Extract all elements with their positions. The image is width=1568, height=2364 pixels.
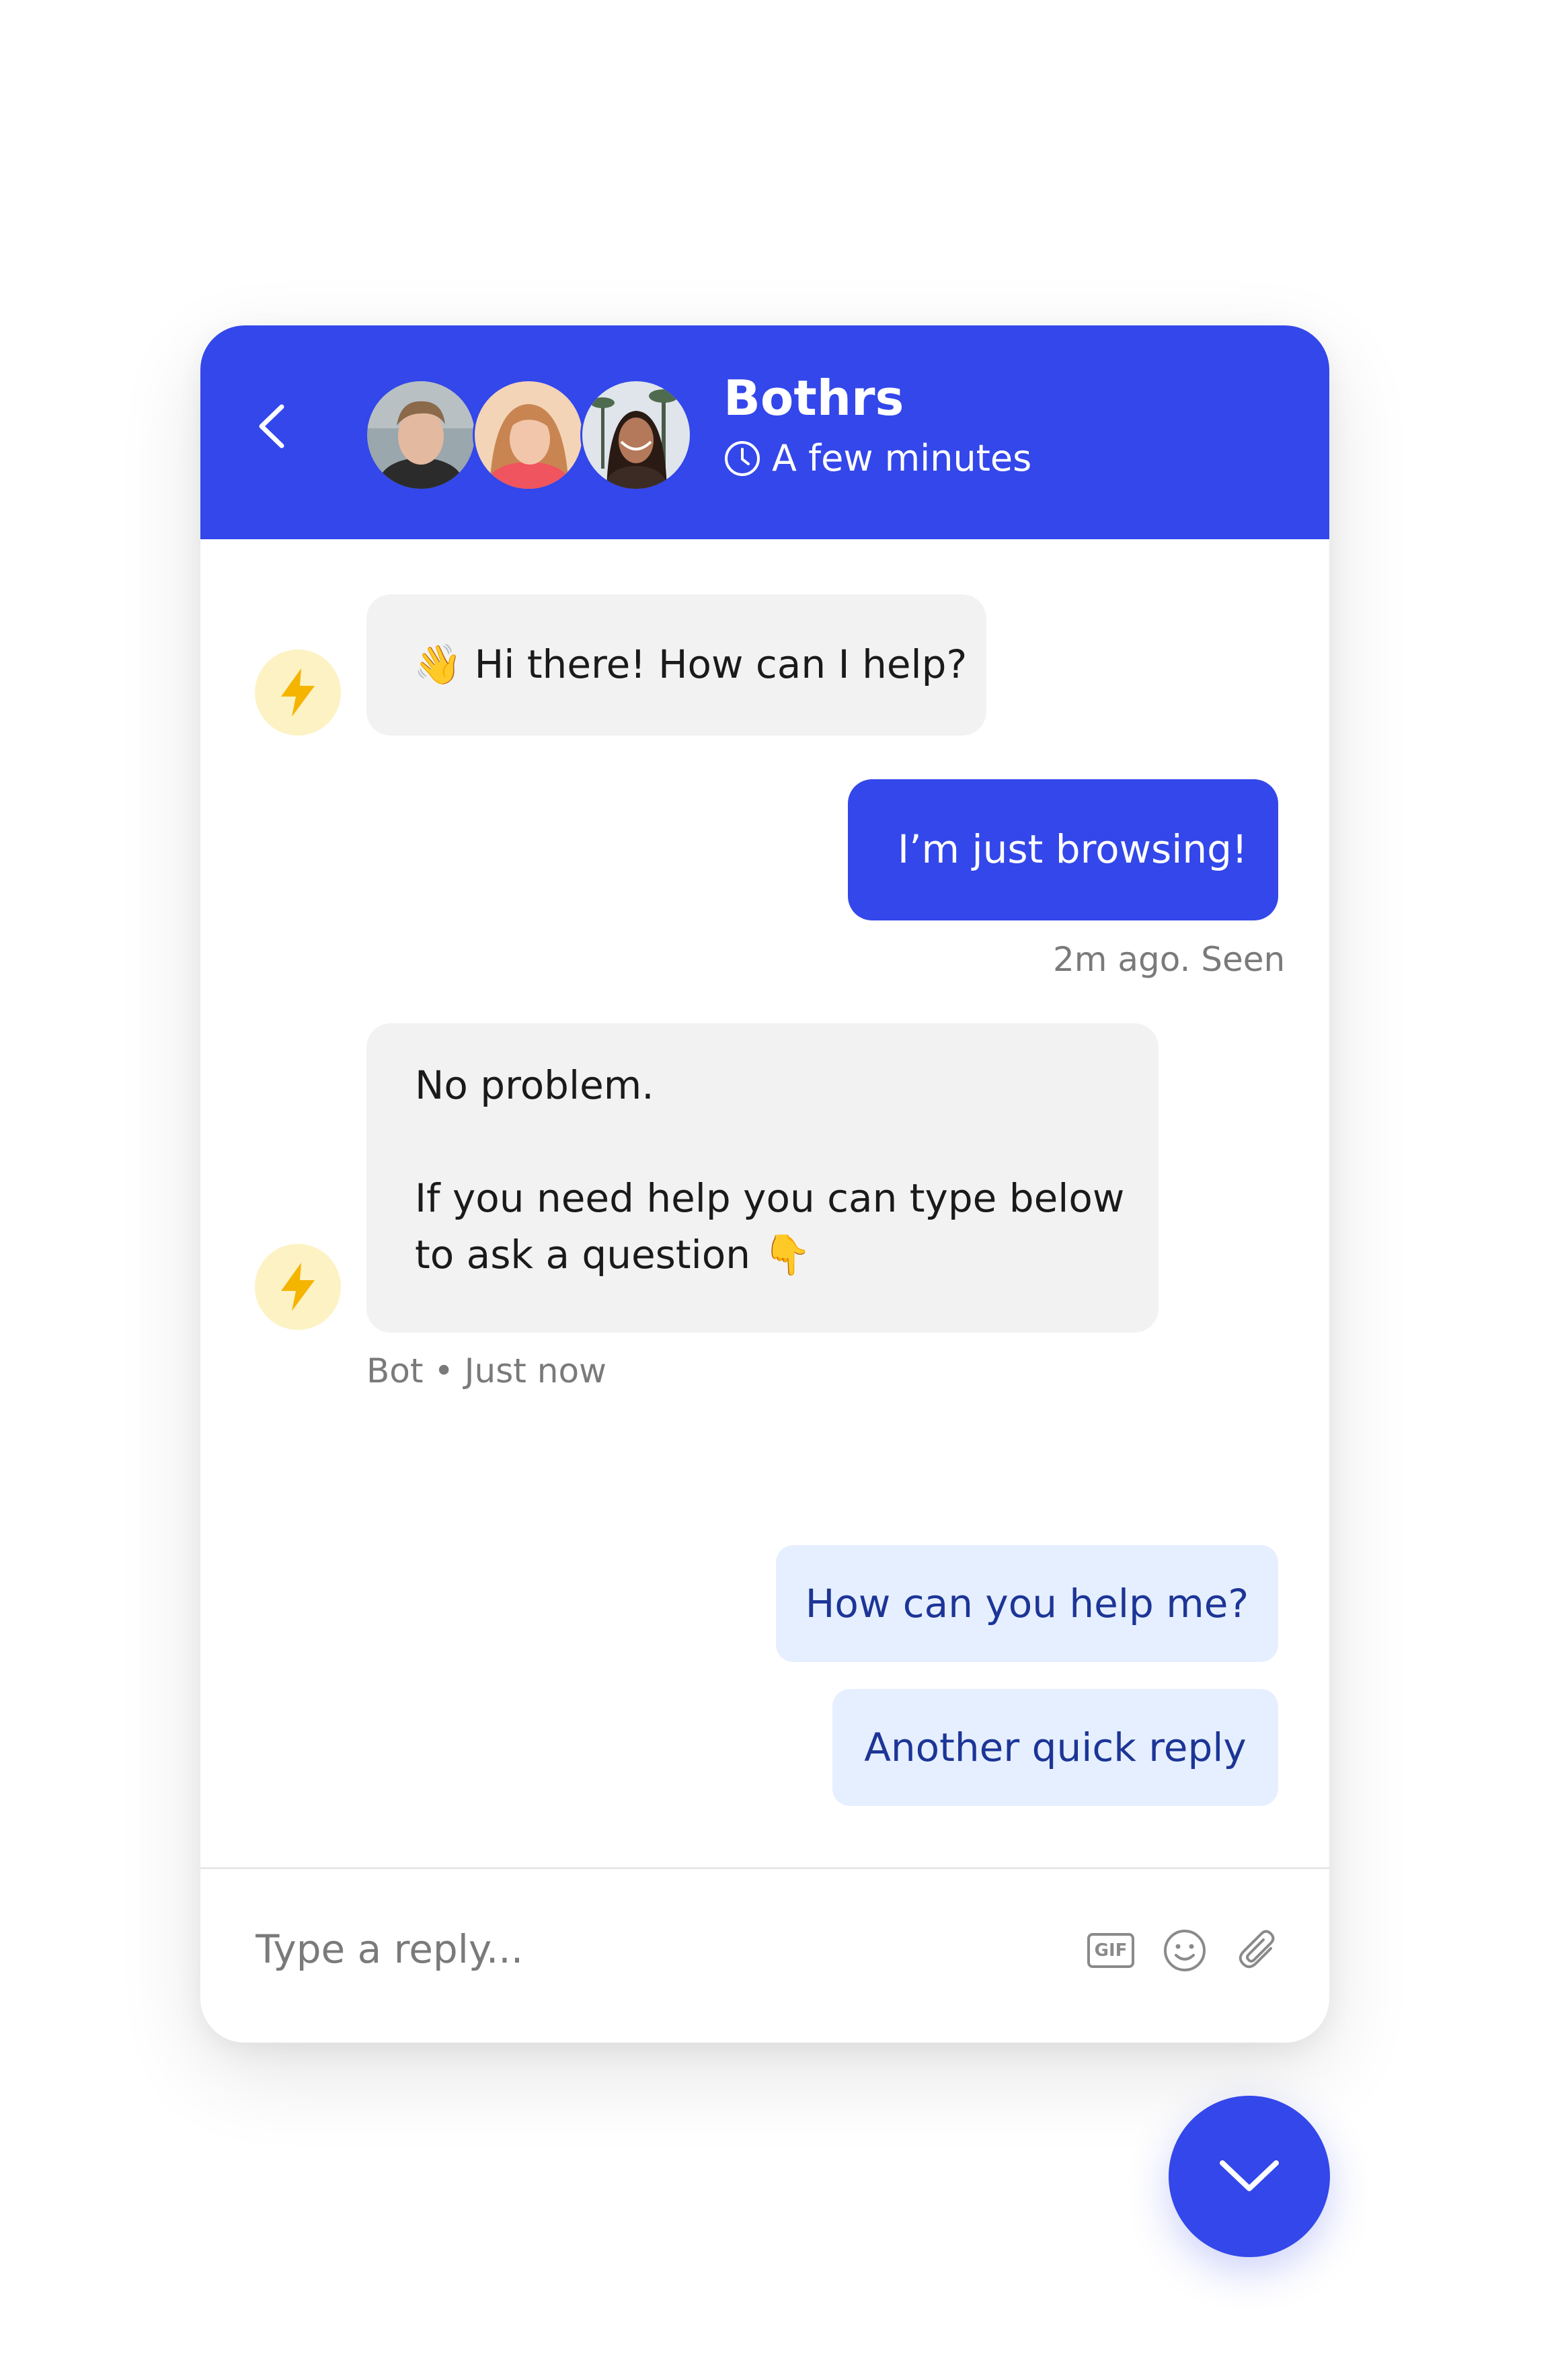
chevron-down-icon: [1220, 2160, 1279, 2191]
bot-message: No problem. If you need help you can typ…: [366, 1023, 1159, 1333]
bot-avatar: [255, 649, 341, 736]
message-line: No problem.: [415, 1062, 654, 1108]
message-meta: Bot • Just now: [366, 1351, 606, 1390]
smiley-icon: [1164, 1930, 1206, 1971]
avatar: [580, 379, 692, 491]
wave-emoji: 👋: [414, 641, 463, 687]
page: Bothrs A few minutes 👋 Hi there! How can…: [0, 0, 1568, 2364]
quick-reply-button[interactable]: How can you help me?: [776, 1545, 1278, 1662]
response-time: A few minutes: [723, 440, 1031, 477]
minimize-chat-button[interactable]: [1169, 2096, 1330, 2257]
avatar: [365, 379, 477, 491]
bot-avatar: [255, 1244, 341, 1330]
paperclip-icon: [1239, 1930, 1275, 1969]
quick-reply-button[interactable]: Another quick reply: [832, 1689, 1278, 1806]
chat-header: Bothrs A few minutes: [200, 325, 1329, 539]
point-down-emoji: 👇: [762, 1232, 812, 1278]
clock-icon: [725, 441, 760, 476]
user-message: I’m just browsing!: [848, 779, 1278, 920]
avatar: [473, 379, 584, 491]
gif-button[interactable]: GIF: [1083, 1922, 1139, 1979]
message-status: 2m ago. Seen: [1053, 940, 1286, 979]
composer-divider: [200, 1867, 1329, 1869]
message-text: I’m just browsing!: [898, 826, 1248, 872]
lightning-bolt-icon: [281, 668, 315, 717]
message-line: If you need help you can type below: [415, 1175, 1125, 1222]
chat-widget: Bothrs A few minutes 👋 Hi there! How can…: [200, 325, 1329, 2043]
message-text: Hi there! How can I help?: [474, 641, 968, 687]
back-button[interactable]: [242, 396, 303, 457]
message-text: to ask a question: [415, 1232, 751, 1278]
gif-icon: GIF: [1087, 1933, 1134, 1968]
lightning-bolt-icon: [281, 1263, 315, 1311]
reply-input[interactable]: [256, 1909, 995, 1989]
chevron-left-icon: [259, 404, 284, 448]
attach-button[interactable]: [1229, 1922, 1286, 1979]
agent-avatars: [365, 379, 701, 491]
bot-message: 👋 Hi there! How can I help?: [366, 594, 986, 736]
message-line: to ask a question 👇: [415, 1226, 1159, 1283]
response-time-label: A few minutes: [772, 437, 1032, 479]
emoji-button[interactable]: [1157, 1922, 1213, 1979]
chat-title: Bothrs: [723, 370, 904, 426]
